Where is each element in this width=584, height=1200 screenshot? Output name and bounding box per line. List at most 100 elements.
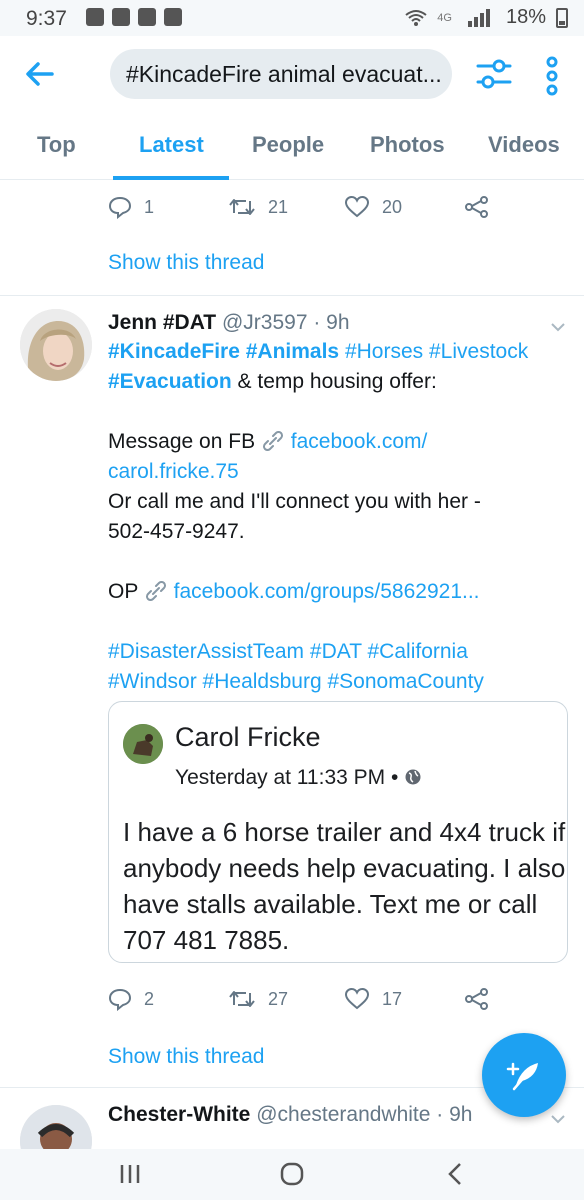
share-button[interactable]	[464, 195, 490, 219]
tab-top[interactable]: Top	[37, 132, 76, 158]
compose-feather-icon	[506, 1062, 538, 1091]
retweet-count: 27	[268, 988, 289, 1009]
back-button[interactable]	[22, 56, 58, 92]
message-icon	[86, 8, 104, 26]
chevron-down-icon	[551, 323, 565, 332]
status-bar: 9:37 4G 18%	[0, 0, 584, 36]
tab-photos[interactable]: Photos	[370, 132, 445, 158]
status-right: 4G 18%	[405, 6, 568, 29]
shield-icon	[164, 8, 182, 26]
hashtag-link[interactable]: #Livestock	[429, 340, 528, 363]
tweet-time: · 9h	[313, 311, 350, 334]
hashtag-link[interactable]: #Horses	[345, 340, 423, 363]
search-header: #KincadeFire animal evacuat...	[0, 36, 584, 118]
tab-latest[interactable]: Latest	[139, 132, 204, 158]
reply-icon	[108, 988, 132, 1011]
active-tab-indicator	[113, 176, 229, 180]
author-handle[interactable]: @Jr3597	[222, 311, 308, 334]
link-icon	[145, 580, 166, 602]
hashtag-link[interactable]: #KincadeFire	[108, 340, 240, 363]
hashtag-link[interactable]: #DAT	[310, 640, 362, 663]
globe-icon	[405, 769, 421, 785]
tweet-body: #KincadeFire #Animals #Horses #Livestock…	[108, 337, 568, 697]
reply-count: 1	[144, 196, 155, 217]
tweet-actions: 1 21 20	[108, 195, 508, 225]
attached-image[interactable]: Carol Fricke Yesterday at 11:33 PM • I h…	[108, 701, 568, 963]
avatar[interactable]	[20, 309, 92, 381]
retweet-count: 21	[268, 196, 289, 217]
like-button[interactable]: 20	[344, 195, 402, 219]
tab-videos[interactable]: Videos	[488, 132, 560, 158]
tab-people[interactable]: People	[252, 132, 324, 158]
show-thread-link[interactable]: Show this thread	[108, 1045, 264, 1069]
wifi-icon	[405, 9, 427, 26]
tweet-line: #KincadeFire #Animals #Horses #Livestock	[108, 337, 568, 367]
tweet-feed[interactable]: 1 21 20 Show this thread Jenn #DAT @Jr35…	[0, 181, 584, 1149]
tweet-menu-button[interactable]	[550, 319, 566, 335]
author-handle[interactable]: @chesterandwhite	[256, 1103, 430, 1126]
tweet-actions: 2 27 17	[108, 987, 508, 1017]
share-button[interactable]	[464, 987, 490, 1011]
card-timestamp: Yesterday at 11:33 PM •	[175, 766, 422, 790]
show-thread-link[interactable]: Show this thread	[108, 251, 264, 275]
search-input[interactable]: #KincadeFire animal evacuat...	[110, 49, 452, 99]
tweet-line: Or call me and I'll connect you with her…	[108, 490, 481, 513]
reply-icon	[108, 196, 132, 219]
hashtag-link[interactable]: #Evacuation	[108, 370, 232, 393]
sliders-icon	[476, 59, 512, 89]
tweet-line: 502-457-9247.	[108, 520, 245, 543]
card-avatar	[123, 724, 163, 764]
home-button[interactable]	[274, 1159, 310, 1189]
more-vertical-icon	[546, 56, 558, 96]
url-link[interactable]: facebook.com/	[291, 430, 428, 453]
tweet-line: #DisasterAssistTeam #DAT #California	[108, 637, 568, 667]
card-line: have stalls available. Text me or call	[123, 889, 538, 919]
home-circle-icon	[280, 1162, 304, 1186]
author-name[interactable]: Jenn #DAT	[108, 311, 216, 334]
tweet-divider	[0, 295, 584, 296]
more-options-button[interactable]	[540, 54, 564, 98]
retweet-icon	[229, 991, 255, 1007]
mail-icon	[112, 8, 130, 26]
card-time-text: Yesterday at 11:33 PM •	[175, 766, 399, 789]
avatar[interactable]	[20, 1105, 92, 1149]
card-line: I have a 6 horse trailer and 4x4 truck i…	[123, 817, 566, 847]
tweet-line: OP facebook.com/groups/5862921...	[108, 577, 568, 607]
battery-icon	[556, 7, 568, 28]
retweet-button[interactable]: 27	[228, 987, 288, 1011]
reply-button[interactable]: 2	[108, 987, 154, 1011]
tweet-line: carol.fricke.75	[108, 457, 568, 487]
reply-button[interactable]: 1	[108, 195, 154, 219]
like-button[interactable]: 17	[344, 987, 402, 1011]
home-icon	[138, 8, 156, 26]
like-count: 20	[382, 196, 403, 217]
tweet-text: & temp housing offer:	[231, 370, 437, 393]
hashtag-link[interactable]: #California	[368, 640, 468, 663]
recent-apps-button[interactable]	[112, 1159, 148, 1189]
search-filter-button[interactable]	[474, 54, 514, 94]
tweet-line: #Windsor #Healdsburg #SonomaCounty	[108, 667, 568, 697]
signal-icon	[462, 8, 496, 27]
url-link[interactable]: facebook.com/groups/5862921...	[174, 580, 480, 603]
card-line: 707 481 7885.	[123, 925, 290, 955]
system-back-button[interactable]	[438, 1159, 474, 1189]
hashtag-link[interactable]: #DisasterAssistTeam	[108, 640, 304, 663]
retweet-button[interactable]: 21	[228, 195, 288, 219]
share-icon	[465, 196, 488, 218]
hashtag-link[interactable]: #SonomaCounty	[327, 670, 483, 693]
hashtag-link[interactable]: #Healdsburg	[203, 670, 322, 693]
hashtag-link[interactable]: #Animals	[246, 340, 339, 363]
tweet-header: Jenn #DAT @Jr3597 · 9h	[108, 311, 350, 335]
profile-photo	[20, 309, 92, 381]
search-tabs: Top Latest People Photos Videos	[0, 118, 584, 180]
tweet-time: · 9h	[436, 1103, 473, 1126]
retweet-icon	[229, 199, 255, 215]
url-link[interactable]: carol.fricke.75	[108, 460, 239, 483]
battery-percent: 18%	[505, 6, 546, 28]
system-nav-bar	[0, 1149, 584, 1200]
compose-tweet-button[interactable]	[482, 1033, 566, 1117]
author-name[interactable]: Chester-White	[108, 1103, 250, 1126]
hashtag-link[interactable]: #Windsor	[108, 670, 197, 693]
